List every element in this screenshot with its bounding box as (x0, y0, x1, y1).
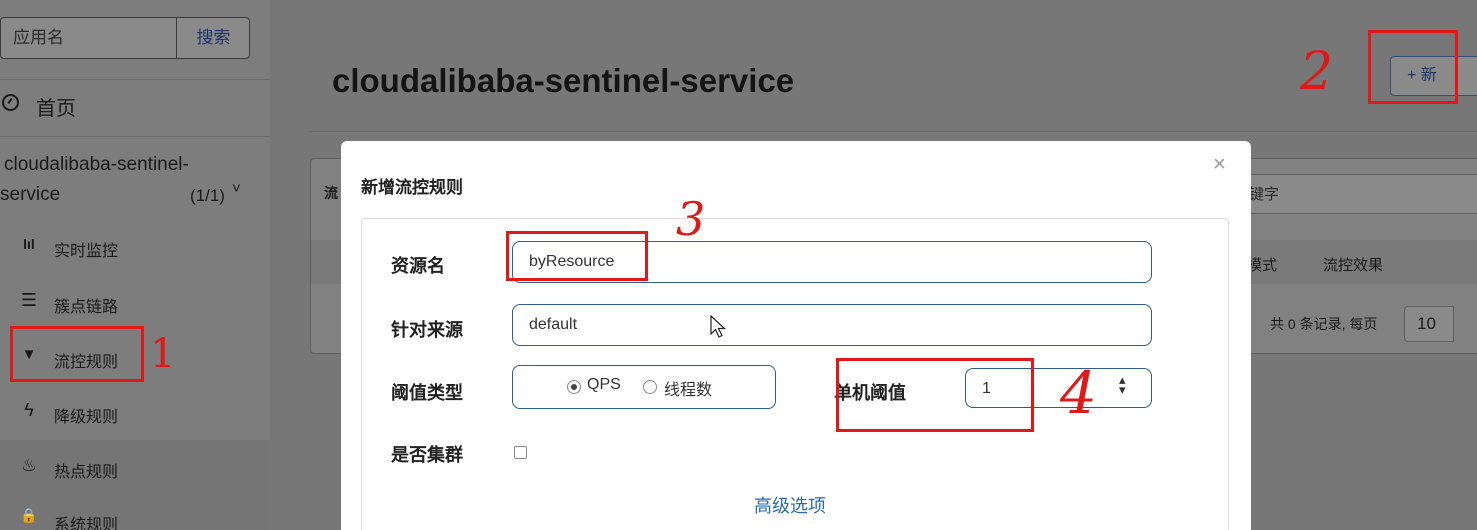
cluster-mode-label: 是否集群 (391, 445, 463, 465)
limit-app-input[interactable]: default (512, 304, 1152, 346)
threshold-type-radio-group: QPS 线程数 (512, 365, 776, 409)
add-flow-rule-dialog: 新增流控规则 × 资源名 byResource 针对来源 default 阈值类… (341, 141, 1251, 530)
qps-radio-label[interactable]: QPS (587, 376, 621, 394)
lock-icon: 🔒 (20, 507, 38, 523)
sidebar-item-label: 系统规则 (54, 517, 119, 530)
annotation-number-4: 4 (1060, 359, 1097, 427)
cluster-mode-checkbox[interactable] (514, 446, 527, 459)
sidebar-item-realtime-monitor[interactable]: lıl 实时监控 (0, 222, 270, 276)
sidebar-item-label: 实时监控 (54, 243, 119, 260)
flash-icon: ϟ (24, 400, 34, 420)
annotation-number-2: 2 (1300, 42, 1334, 102)
keyword-search-input[interactable]: 键字 (1240, 174, 1477, 214)
sidebar-divider (0, 136, 270, 137)
sidebar-item-cluster-point-chain[interactable]: ☰ 簇点链路 (0, 276, 270, 330)
thread-count-radio-label[interactable]: 线程数 (664, 376, 712, 400)
dashboard-icon (2, 94, 19, 111)
sidebar-item-label: 簇点链路 (54, 299, 119, 316)
list-icon: ☰ (20, 290, 38, 310)
annotation-box-flow-rules (10, 326, 144, 382)
advanced-options-link[interactable]: 高级选项 (754, 492, 826, 518)
sidebar-item-degrade-rules[interactable]: ϟ 降级规则 (0, 384, 270, 438)
threshold-type-label: 阈值类型 (391, 383, 463, 403)
bar-chart-icon: lıl (23, 236, 35, 252)
thread-count-radio[interactable] (643, 380, 657, 394)
close-icon[interactable]: × (1213, 151, 1226, 177)
annotation-number-3: 3 (676, 192, 706, 246)
sidebar-item-label: 降级规则 (54, 409, 119, 426)
app-name-continued[interactable]: service (0, 184, 60, 206)
fire-icon: ♨ (20, 455, 38, 475)
annotation-box-threshold (836, 358, 1034, 432)
panel-heading: 流 (324, 185, 338, 201)
column-header-effect: 流控效果 (1323, 257, 1384, 274)
app-machine-count: (1/1) (190, 186, 225, 205)
app-name[interactable]: cloudalibaba-sentinel- (4, 154, 189, 176)
annotation-box-add-button (1368, 30, 1458, 104)
number-spinner-icon[interactable]: ▴ ▾ (1119, 373, 1126, 396)
dialog-title: 新增流控规则 (361, 178, 463, 197)
mouse-pointer-icon (710, 315, 727, 338)
page-title: cloudalibaba-sentinel-service (332, 62, 795, 99)
sidebar: 应用名 搜索 首页 cloudalibaba-sentinel- service… (0, 0, 270, 530)
page-size-select[interactable]: 10 (1404, 306, 1454, 342)
resource-name-label: 资源名 (391, 256, 445, 276)
qps-radio[interactable] (567, 380, 581, 394)
title-divider (310, 131, 1477, 132)
app-search-input[interactable]: 应用名 (1, 18, 177, 58)
app-search-box: 应用名 搜索 (0, 17, 250, 59)
limit-app-label: 针对来源 (391, 320, 463, 340)
sidebar-item-system-rules[interactable]: 🔒 系统规则 (0, 494, 270, 530)
pagination-summary: 共 0 条记录, 每页 (1270, 316, 1378, 332)
sidebar-item-label: 热点规则 (54, 464, 119, 481)
sidebar-item-hotspot-rules[interactable]: ♨ 热点规则 (0, 440, 270, 494)
search-button[interactable]: 搜索 (177, 18, 250, 58)
sidebar-item-home-label: 首页 (36, 98, 76, 120)
chevron-down-icon[interactable]: ˅ (232, 180, 241, 197)
annotation-number-1: 1 (150, 331, 176, 377)
annotation-box-resource-name (506, 231, 648, 281)
column-header-mode: 模式 (1247, 257, 1278, 274)
